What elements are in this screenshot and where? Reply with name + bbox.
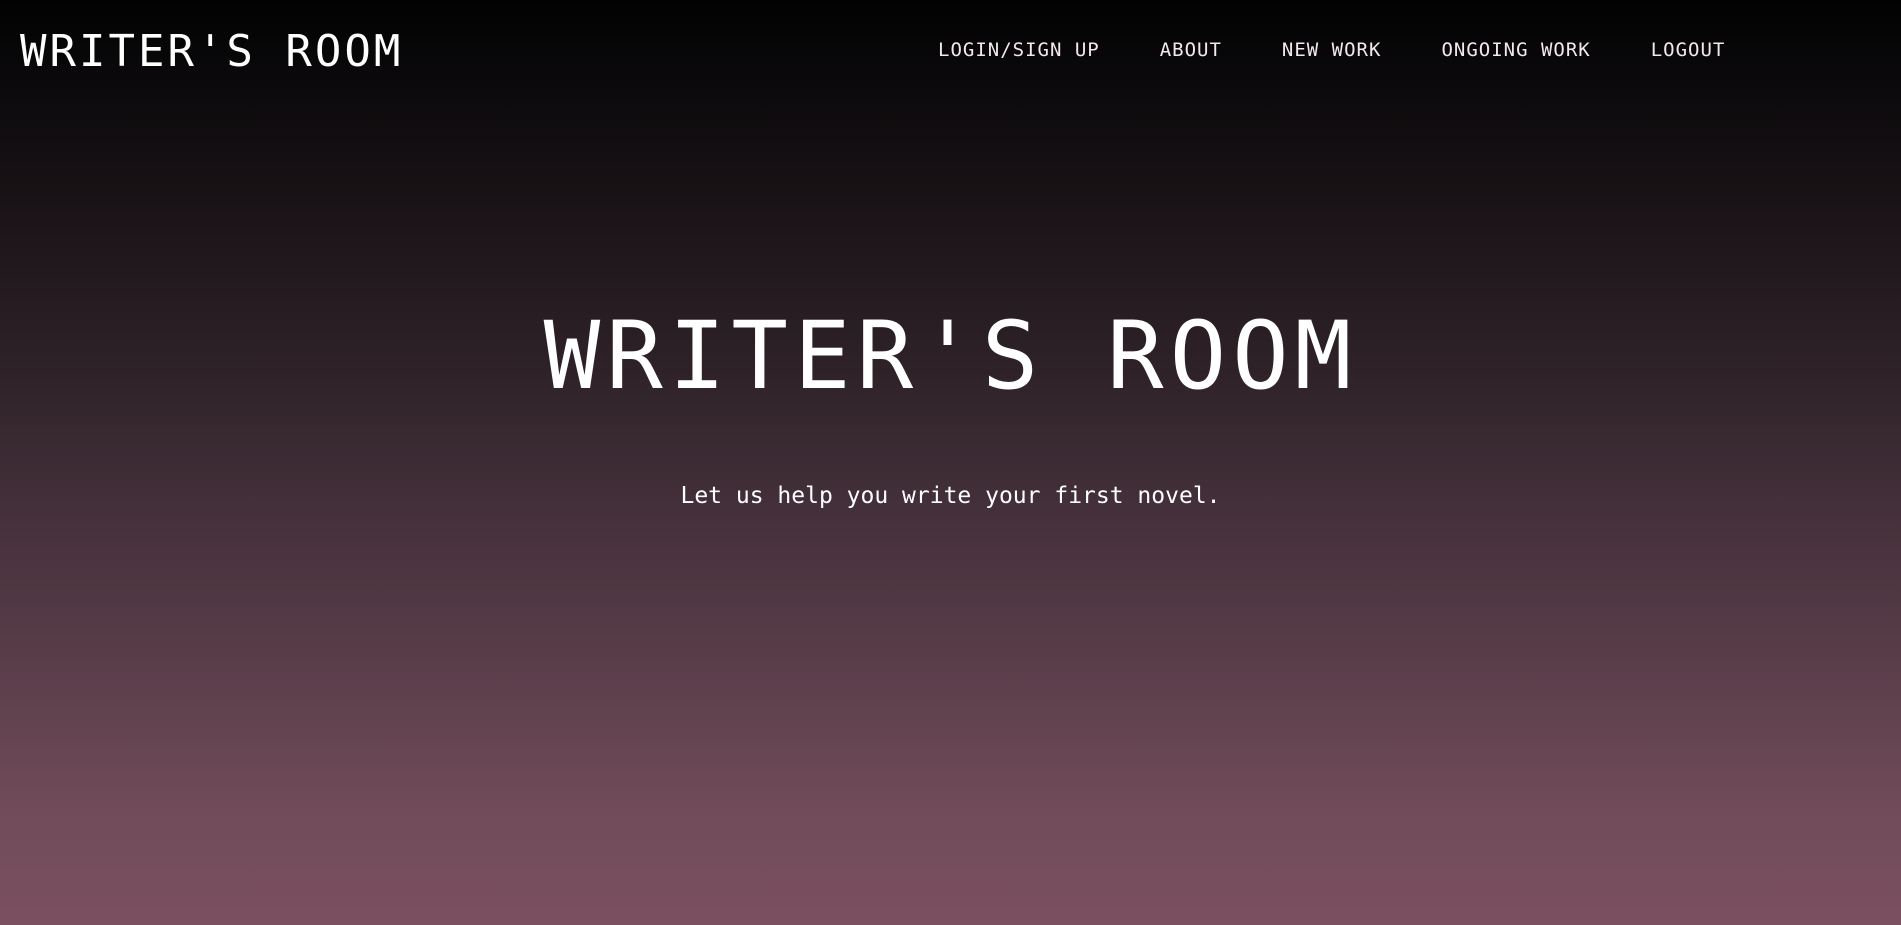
- nav-ongoing-work-link[interactable]: ONGOING WORK: [1441, 38, 1590, 62]
- nav-item: NEW WORK: [1282, 38, 1442, 62]
- hero-title: WRITER'S ROOM: [543, 302, 1358, 411]
- nav-item: ABOUT: [1160, 38, 1282, 62]
- nav-logout-link[interactable]: LOGOUT: [1651, 38, 1726, 62]
- site-logo[interactable]: WRITER'S ROOM: [20, 30, 403, 74]
- nav-list: LOGIN/SIGN UP ABOUT NEW WORK ONGOING WOR…: [938, 38, 1785, 62]
- nav-about-link[interactable]: ABOUT: [1160, 38, 1222, 62]
- nav-item: ONGOING WORK: [1441, 38, 1650, 62]
- nav-item: LOGIN/SIGN UP: [938, 38, 1160, 62]
- nav-new-work-link[interactable]: NEW WORK: [1282, 38, 1382, 62]
- hero-subtitle: Let us help you write your first novel.: [680, 483, 1221, 509]
- nav-item: LOGOUT: [1651, 38, 1786, 62]
- nav-login-signup-link[interactable]: LOGIN/SIGN UP: [938, 38, 1100, 62]
